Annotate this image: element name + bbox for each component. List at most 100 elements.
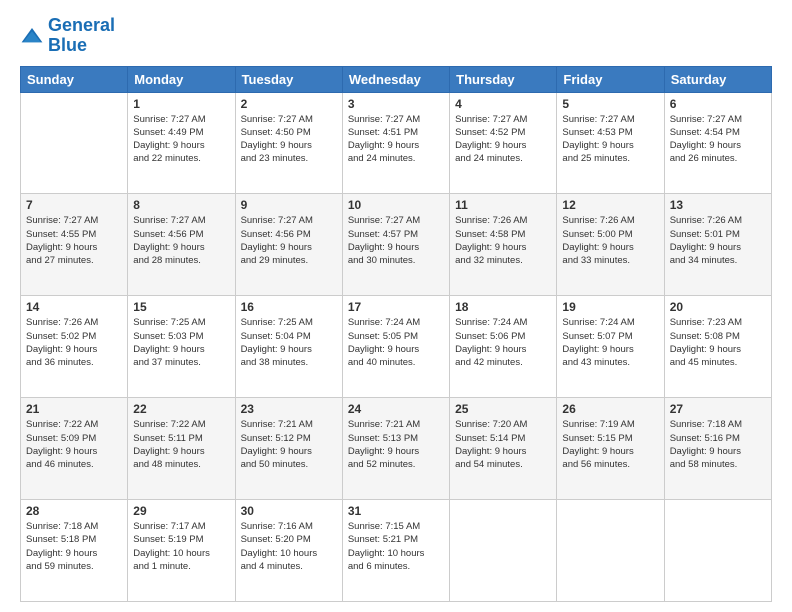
day-cell: 1Sunrise: 7:27 AM Sunset: 4:49 PM Daylig…: [128, 92, 235, 194]
day-info: Sunrise: 7:25 AM Sunset: 5:03 PM Dayligh…: [133, 316, 229, 369]
day-cell: 11 Sunrise: 7:26 AM Sunset: 4:58 PM Dayli…: [450, 194, 557, 296]
day-number: 23: [241, 402, 337, 416]
day-info: Sunrise: 7:26 AM Sunset: 5:01 PM Dayligh…: [670, 214, 766, 267]
day-number: 29: [133, 504, 229, 518]
weekday-header-saturday: Saturday: [664, 66, 771, 92]
day-info: Sunrise: 7:27 AM Sunset: 4:50 PM Dayligh…: [241, 113, 337, 166]
day-number: 10: [348, 198, 444, 212]
day-cell: 17 Sunrise: 7:24 AM Sunset: 5:05 PM Dayli…: [342, 296, 449, 398]
day-cell: 30 Sunrise: 7:16 AM Sunset: 5:20 PM Dayli…: [235, 500, 342, 602]
day-cell: [21, 92, 128, 194]
day-number: 19: [562, 300, 658, 314]
day-cell: 23 Sunrise: 7:21 AM Sunset: 5:12 PM Dayli…: [235, 398, 342, 500]
day-cell: 8 Sunrise: 7:27 AM Sunset: 4:56 PM Daylig…: [128, 194, 235, 296]
day-cell: 13 Sunrise: 7:26 AM Sunset: 5:01 PM Dayli…: [664, 194, 771, 296]
day-number: 17: [348, 300, 444, 314]
day-number: 2: [241, 97, 337, 111]
day-info: Sunrise: 7:24 AM Sunset: 5:06 PM Dayligh…: [455, 316, 551, 369]
day-cell: 5 Sunrise: 7:27 AM Sunset: 4:53 PM Daylig…: [557, 92, 664, 194]
day-cell: 18Sunrise: 7:24 AM Sunset: 5:06 PM Dayli…: [450, 296, 557, 398]
day-cell: 20 Sunrise: 7:23 AM Sunset: 5:08 PM Dayli…: [664, 296, 771, 398]
day-number: 28: [26, 504, 122, 518]
logo-text: General Blue: [48, 16, 115, 56]
day-cell: 26 Sunrise: 7:19 AM Sunset: 5:15 PM Dayli…: [557, 398, 664, 500]
day-cell: [450, 500, 557, 602]
day-info: Sunrise: 7:18 AM Sunset: 5:16 PM Dayligh…: [670, 418, 766, 471]
day-info: Sunrise: 7:23 AM Sunset: 5:08 PM Dayligh…: [670, 316, 766, 369]
day-cell: 10Sunrise: 7:27 AM Sunset: 4:57 PM Dayli…: [342, 194, 449, 296]
day-number: 21: [26, 402, 122, 416]
day-number: 22: [133, 402, 229, 416]
day-number: 20: [670, 300, 766, 314]
day-number: 5: [562, 97, 658, 111]
day-info: Sunrise: 7:18 AM Sunset: 5:18 PM Dayligh…: [26, 520, 122, 573]
day-info: Sunrise: 7:27 AM Sunset: 4:53 PM Dayligh…: [562, 113, 658, 166]
weekday-header-thursday: Thursday: [450, 66, 557, 92]
day-number: 31: [348, 504, 444, 518]
day-number: 8: [133, 198, 229, 212]
day-info: Sunrise: 7:19 AM Sunset: 5:15 PM Dayligh…: [562, 418, 658, 471]
weekday-header-row: SundayMondayTuesdayWednesdayThursdayFrid…: [21, 66, 772, 92]
day-cell: 16 Sunrise: 7:25 AM Sunset: 5:04 PM Dayli…: [235, 296, 342, 398]
day-info: Sunrise: 7:26 AM Sunset: 4:58 PM Dayligh…: [455, 214, 551, 267]
weekday-header-wednesday: Wednesday: [342, 66, 449, 92]
day-info: Sunrise: 7:20 AM Sunset: 5:14 PM Dayligh…: [455, 418, 551, 471]
weekday-header-monday: Monday: [128, 66, 235, 92]
day-cell: 15Sunrise: 7:25 AM Sunset: 5:03 PM Dayli…: [128, 296, 235, 398]
day-number: 24: [348, 402, 444, 416]
day-number: 27: [670, 402, 766, 416]
weekday-header-tuesday: Tuesday: [235, 66, 342, 92]
day-cell: 3Sunrise: 7:27 AM Sunset: 4:51 PM Daylig…: [342, 92, 449, 194]
day-info: Sunrise: 7:27 AM Sunset: 4:55 PM Dayligh…: [26, 214, 122, 267]
day-number: 11: [455, 198, 551, 212]
day-cell: 4Sunrise: 7:27 AM Sunset: 4:52 PM Daylig…: [450, 92, 557, 194]
header: General Blue: [20, 16, 772, 56]
day-number: 6: [670, 97, 766, 111]
day-cell: 21 Sunrise: 7:22 AM Sunset: 5:09 PM Dayli…: [21, 398, 128, 500]
day-info: Sunrise: 7:15 AM Sunset: 5:21 PM Dayligh…: [348, 520, 444, 573]
day-info: Sunrise: 7:21 AM Sunset: 5:13 PM Dayligh…: [348, 418, 444, 471]
day-cell: [664, 500, 771, 602]
day-number: 13: [670, 198, 766, 212]
day-cell: 6Sunrise: 7:27 AM Sunset: 4:54 PM Daylig…: [664, 92, 771, 194]
day-info: Sunrise: 7:22 AM Sunset: 5:09 PM Dayligh…: [26, 418, 122, 471]
week-row-4: 21 Sunrise: 7:22 AM Sunset: 5:09 PM Dayli…: [21, 398, 772, 500]
day-cell: 19 Sunrise: 7:24 AM Sunset: 5:07 PM Dayli…: [557, 296, 664, 398]
day-number: 12: [562, 198, 658, 212]
day-number: 30: [241, 504, 337, 518]
day-number: 25: [455, 402, 551, 416]
day-cell: 29Sunrise: 7:17 AM Sunset: 5:19 PM Dayli…: [128, 500, 235, 602]
calendar-table: SundayMondayTuesdayWednesdayThursdayFrid…: [20, 66, 772, 602]
day-cell: 24 Sunrise: 7:21 AM Sunset: 5:13 PM Dayli…: [342, 398, 449, 500]
day-cell: 14Sunrise: 7:26 AM Sunset: 5:02 PM Dayli…: [21, 296, 128, 398]
week-row-2: 7 Sunrise: 7:27 AM Sunset: 4:55 PM Daylig…: [21, 194, 772, 296]
day-info: Sunrise: 7:25 AM Sunset: 5:04 PM Dayligh…: [241, 316, 337, 369]
day-number: 26: [562, 402, 658, 416]
day-info: Sunrise: 7:27 AM Sunset: 4:56 PM Dayligh…: [241, 214, 337, 267]
day-cell: 22 Sunrise: 7:22 AM Sunset: 5:11 PM Dayli…: [128, 398, 235, 500]
week-row-5: 28 Sunrise: 7:18 AM Sunset: 5:18 PM Dayli…: [21, 500, 772, 602]
day-number: 1: [133, 97, 229, 111]
day-number: 9: [241, 198, 337, 212]
day-info: Sunrise: 7:24 AM Sunset: 5:05 PM Dayligh…: [348, 316, 444, 369]
day-cell: [557, 500, 664, 602]
day-info: Sunrise: 7:26 AM Sunset: 5:02 PM Dayligh…: [26, 316, 122, 369]
day-number: 7: [26, 198, 122, 212]
week-row-1: 1Sunrise: 7:27 AM Sunset: 4:49 PM Daylig…: [21, 92, 772, 194]
day-cell: 25 Sunrise: 7:20 AM Sunset: 5:14 PM Dayli…: [450, 398, 557, 500]
day-cell: 27 Sunrise: 7:18 AM Sunset: 5:16 PM Dayli…: [664, 398, 771, 500]
day-cell: 12 Sunrise: 7:26 AM Sunset: 5:00 PM Dayli…: [557, 194, 664, 296]
day-info: Sunrise: 7:16 AM Sunset: 5:20 PM Dayligh…: [241, 520, 337, 573]
day-number: 16: [241, 300, 337, 314]
weekday-header-friday: Friday: [557, 66, 664, 92]
day-cell: 31 Sunrise: 7:15 AM Sunset: 5:21 PM Dayli…: [342, 500, 449, 602]
day-cell: 28 Sunrise: 7:18 AM Sunset: 5:18 PM Dayli…: [21, 500, 128, 602]
day-info: Sunrise: 7:22 AM Sunset: 5:11 PM Dayligh…: [133, 418, 229, 471]
weekday-header-sunday: Sunday: [21, 66, 128, 92]
day-info: Sunrise: 7:27 AM Sunset: 4:56 PM Dayligh…: [133, 214, 229, 267]
day-info: Sunrise: 7:21 AM Sunset: 5:12 PM Dayligh…: [241, 418, 337, 471]
day-info: Sunrise: 7:26 AM Sunset: 5:00 PM Dayligh…: [562, 214, 658, 267]
logo: General Blue: [20, 16, 115, 56]
day-info: Sunrise: 7:24 AM Sunset: 5:07 PM Dayligh…: [562, 316, 658, 369]
day-info: Sunrise: 7:27 AM Sunset: 4:51 PM Dayligh…: [348, 113, 444, 166]
